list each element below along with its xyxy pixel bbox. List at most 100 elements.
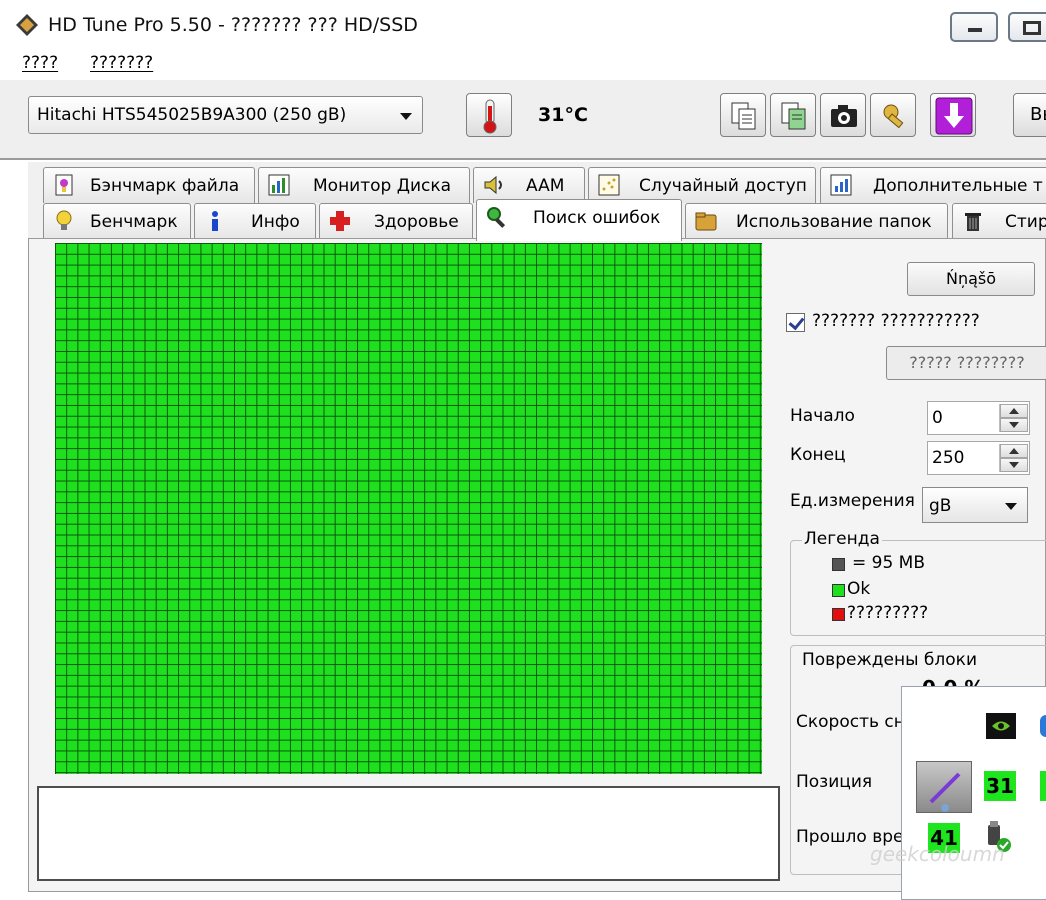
tab-info[interactable]: Инфо — [194, 203, 316, 239]
maximize-icon — [1023, 21, 1041, 35]
tab-label: Бенчмарк — [90, 212, 178, 232]
nvidia-icon[interactable] — [984, 709, 1018, 743]
legend-block-swatch — [832, 558, 845, 571]
copy-green-icon — [781, 102, 806, 130]
tab-label: Поиск ошибок — [533, 208, 661, 228]
thermometer-icon — [483, 99, 497, 134]
end-spinner[interactable]: 250 — [927, 441, 1030, 475]
exit-button[interactable]: Вы — [1013, 93, 1046, 137]
scan-button[interactable]: ????? ???????? — [886, 346, 1046, 380]
speaker-icon — [484, 175, 502, 195]
download-arrow-icon — [935, 97, 973, 135]
spinner-up-icon[interactable] — [1000, 404, 1028, 418]
tab-disk-monitor[interactable]: Монитор Диска — [258, 167, 470, 203]
hd-tune-app-icon — [16, 14, 38, 36]
end-label: Конец — [790, 445, 846, 465]
spinner-up-icon[interactable] — [1000, 444, 1028, 458]
position-label: Позиция — [796, 772, 873, 792]
tab-label: AAM — [526, 176, 565, 196]
wrench-icon — [883, 104, 904, 129]
start-value: 0 — [932, 408, 943, 428]
legend-title: Легенда — [802, 529, 882, 549]
tab-health[interactable]: Здоровье — [319, 203, 473, 239]
spinner-down-icon[interactable] — [1000, 418, 1028, 432]
tab-benchmark[interactable]: Бенчмарк — [43, 203, 191, 239]
legend-ok: Ok — [847, 579, 871, 599]
tab-label: Монитор Диска — [313, 176, 452, 196]
tab-label: Стир — [1005, 212, 1046, 232]
start-button[interactable]: Ńņąšō — [907, 262, 1035, 296]
start-spinner[interactable]: 0 — [927, 401, 1030, 435]
maximize-button[interactable] — [1008, 12, 1046, 42]
tray-badge-partial[interactable] — [1040, 771, 1046, 801]
copy-all-button[interactable] — [770, 93, 816, 137]
unit-select[interactable]: gB — [922, 487, 1028, 523]
legend-damaged-swatch — [832, 608, 845, 621]
minimize-icon — [968, 28, 982, 32]
bar-chart-icon — [268, 174, 290, 196]
tab-folder-usage[interactable]: Использование папок — [685, 203, 948, 239]
tab-file-benchmark[interactable]: Бэнчмарк файла — [43, 167, 255, 203]
info-icon — [212, 211, 218, 231]
menu-bar — [0, 50, 1046, 80]
tab-label: Здоровье — [374, 212, 459, 232]
legend-block-size: = 95 MB — [852, 553, 926, 573]
bluetooth-icon[interactable] — [1040, 715, 1046, 737]
tray-overflow-popup: 31 41 — [901, 686, 1046, 900]
unit-label: Ед.измерения — [790, 491, 915, 511]
screenshot-button[interactable] — [820, 93, 866, 137]
tab-random-access[interactable]: Случайный доступ — [588, 167, 816, 203]
legend-ok-swatch — [832, 584, 845, 597]
block-grid — [55, 243, 762, 774]
damaged-blocks-title: Повреждены блоки — [802, 650, 977, 670]
temperature-tray-badge[interactable]: 31 — [984, 771, 1016, 801]
save-button[interactable] — [930, 93, 976, 137]
scatter-plot-icon — [598, 174, 620, 196]
minimize-button[interactable] — [950, 12, 998, 42]
copy-info-button[interactable] — [720, 93, 766, 137]
temperature-button[interactable] — [466, 93, 512, 137]
watermark: geekcoloumn — [870, 842, 1005, 866]
pen-icon — [929, 772, 961, 812]
chevron-down-icon — [1005, 503, 1017, 510]
tab-erase[interactable]: Стир — [952, 203, 1046, 239]
quick-scan-label: ??????? ??????????? — [812, 311, 980, 331]
menu-item-file[interactable]: ???? — [22, 53, 58, 73]
tab-label: Инфо — [251, 212, 300, 232]
red-cross-icon — [330, 211, 350, 231]
tab-extra-tests[interactable]: Дополнительные т — [820, 167, 1046, 203]
tab-error-scan[interactable]: Поиск ошибок — [476, 199, 682, 241]
trash-icon — [965, 213, 981, 231]
read-speed-label: Скорость сн — [796, 712, 905, 732]
window-title: HD Tune Pro 5.50 - ??????? ??? HD/SSD — [48, 14, 418, 36]
drive-select-value: Hitachi HTS545025B9A300 (250 gB) — [37, 105, 347, 125]
spinner-buttons — [999, 404, 1028, 432]
quick-scan-checkbox[interactable] — [786, 313, 805, 332]
file-benchmark-icon — [55, 174, 73, 196]
tab-label: Дополнительные т — [873, 176, 1043, 196]
scan-log — [37, 786, 780, 881]
tab-label: Случайный доступ — [639, 176, 807, 196]
spinner-down-icon[interactable] — [1000, 458, 1028, 472]
spinner-buttons — [999, 444, 1028, 472]
drive-select[interactable]: Hitachi HTS545025B9A300 (250 gB) — [28, 96, 423, 134]
camera-icon — [831, 105, 857, 127]
extra-tests-icon — [830, 174, 852, 196]
lightbulb-icon — [56, 210, 72, 230]
temperature-value: 31°C — [538, 104, 588, 126]
copy-document-icon — [731, 102, 756, 130]
unit-value: gB — [929, 496, 952, 516]
tab-label: Использование папок — [736, 212, 932, 232]
start-label: Начало — [790, 406, 855, 426]
chevron-down-icon — [400, 113, 412, 120]
options-button[interactable] — [870, 93, 916, 137]
legend-damaged: ????????? — [847, 603, 929, 623]
menu-item-help[interactable]: ??????? — [90, 53, 153, 73]
tab-aam[interactable]: AAM — [473, 167, 585, 203]
block-map — [55, 243, 762, 774]
folder-icon — [695, 212, 717, 231]
end-value: 250 — [932, 448, 965, 468]
tab-label: Бэнчмарк файла — [90, 176, 240, 196]
magnifier-icon — [487, 207, 506, 228]
pen-tool-icon[interactable] — [916, 761, 972, 813]
